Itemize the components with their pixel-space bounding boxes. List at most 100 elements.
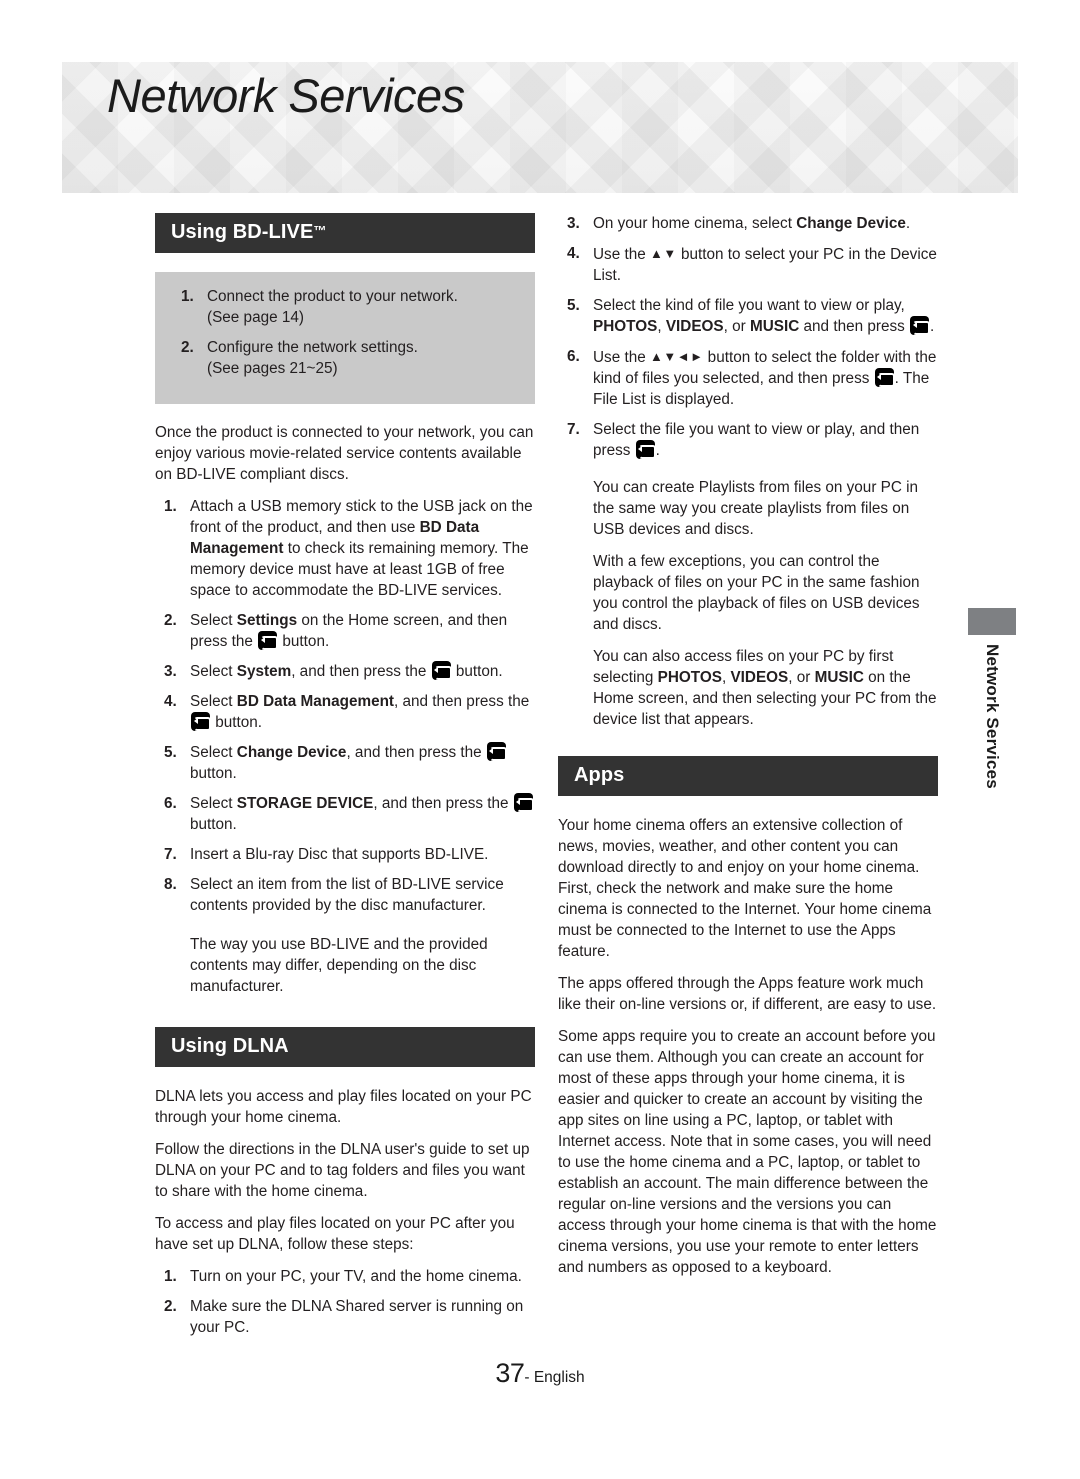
dlna-steps: 1. Turn on your PC, your TV, and the hom… xyxy=(155,1266,535,1338)
step-number: 2. xyxy=(164,612,177,629)
bd-live-steps: 1. Attach a USB memory stick to the USB … xyxy=(155,496,535,916)
apps-paragraph: The apps offered through the Apps featur… xyxy=(558,975,937,1013)
step-number: 2. xyxy=(181,339,194,356)
step-text-post: button. xyxy=(278,633,330,650)
prerequisite-callout-box: 1. Connect the product to your network. … xyxy=(155,272,535,404)
step-text-mid: , and then press the xyxy=(346,744,486,761)
step-text-line1: Connect the product to your network. xyxy=(207,288,458,305)
step-text: Select Change Device, and then press the… xyxy=(190,742,535,784)
dlna-paragraph: Follow the directions in the DLNA user's… xyxy=(155,1141,530,1200)
separator: , or xyxy=(723,318,750,335)
enter-button-icon xyxy=(874,368,895,387)
apps-paragraph: Some apps require you to create an accou… xyxy=(558,1028,937,1276)
step-text-mid: and then press xyxy=(799,318,909,335)
enter-button-icon xyxy=(910,316,930,335)
step-text: Turn on your PC, your TV, and the home c… xyxy=(190,1268,522,1285)
enter-button-icon xyxy=(635,440,656,459)
step-emphasis-music: MUSIC xyxy=(750,318,800,335)
step-emphasis: BD Data Management xyxy=(236,693,395,710)
list-item: 5. Select the kind of file you want to v… xyxy=(558,295,938,337)
list-item: 8. Select an item from the list of BD-LI… xyxy=(155,874,535,916)
section-heading-dlna: Using DLNA xyxy=(155,1027,535,1067)
step-number: 5. xyxy=(567,297,580,314)
note-emphasis-music: MUSIC xyxy=(814,669,864,686)
list-item: 3. Select System, and then press the but… xyxy=(155,661,535,682)
list-item: 2. Make sure the DLNA Shared server is r… xyxy=(155,1296,535,1338)
page-title: Network Services xyxy=(107,69,465,122)
step-text-pre: Attach a USB memory stick to the USB jac… xyxy=(190,498,533,536)
step-number: 1. xyxy=(164,498,177,515)
list-item: 6. Select STORAGE DEVICE, and then press… xyxy=(155,793,535,835)
step-text: Attach a USB memory stick to the USB jac… xyxy=(190,496,535,601)
step-text-line2: (See page 14) xyxy=(207,309,304,326)
step-text-pre: Select xyxy=(190,795,237,812)
list-item: 1. Connect the product to your network. … xyxy=(169,286,521,328)
step-text: Select STORAGE DEVICE, and then press th… xyxy=(190,793,535,835)
list-item: 7. Select the file you want to view or p… xyxy=(558,419,938,461)
prerequisite-steps: 1. Connect the product to your network. … xyxy=(169,286,521,379)
list-item: 2. Select Settings on the Home screen, a… xyxy=(155,610,535,652)
dlna-note-rich: You can also access files on your PC by … xyxy=(593,646,938,730)
step-text: Configure the network settings. (See pag… xyxy=(207,337,521,379)
step-text: Select Settings on the Home screen, and … xyxy=(190,610,535,652)
step-number: 4. xyxy=(567,245,580,262)
list-item: 3. On your home cinema, select Change De… xyxy=(558,213,938,234)
side-tab: Network Services xyxy=(968,608,1016,789)
note-emphasis-photos: PHOTOS xyxy=(657,669,722,686)
step-number: 6. xyxy=(567,348,580,365)
step-text: On your home cinema, select Change Devic… xyxy=(593,213,938,234)
step-emphasis: System xyxy=(236,663,292,680)
list-item: 1. Attach a USB memory stick to the USB … xyxy=(155,496,535,601)
step-text-post: button. xyxy=(211,714,263,731)
step-text-line2: (See pages 21~25) xyxy=(207,360,338,377)
step-text-pre: Select xyxy=(190,612,237,629)
list-item: 5. Select Change Device, and then press … xyxy=(155,742,535,784)
side-tab-label: Network Services xyxy=(983,644,1002,789)
step-emphasis-videos: VIDEOS xyxy=(665,318,724,335)
trademark-symbol: ™ xyxy=(313,223,327,238)
step-text: Select the kind of file you want to view… xyxy=(593,295,938,337)
list-item: 7. Insert a Blu-ray Disc that supports B… xyxy=(155,844,535,865)
step-number: 7. xyxy=(164,846,177,863)
list-item: 4. Use the ▲▼ button to select your PC i… xyxy=(558,243,938,286)
step-text: Use the ▲▼ button to select your PC in t… xyxy=(593,243,938,286)
apps-paragraph: Your home cinema offers an extensive col… xyxy=(558,817,932,960)
step-emphasis: Change Device xyxy=(796,215,906,232)
step-number: 7. xyxy=(567,421,580,438)
step-number: 4. xyxy=(164,693,177,710)
page-number: 37 xyxy=(495,1358,525,1388)
left-column: Using BD-LIVE™ 1. Connect the product to… xyxy=(155,213,535,1349)
separator: , xyxy=(657,318,666,335)
step-number: 5. xyxy=(164,744,177,761)
list-item: 6. Use the ▲▼◄► button to select the fol… xyxy=(558,346,938,410)
step-emphasis-photos: PHOTOS xyxy=(593,318,658,335)
step-emphasis: STORAGE DEVICE xyxy=(236,795,374,812)
section-heading-bd-live-label: Using BD-LIVE xyxy=(171,221,314,243)
note-emphasis-videos: VIDEOS xyxy=(730,669,789,686)
step-number: 2. xyxy=(164,1298,177,1315)
step-text-pre: Use the xyxy=(593,349,650,366)
section-heading-apps: Apps xyxy=(558,756,938,796)
dlna-paragraph: DLNA lets you access and play files loca… xyxy=(155,1088,532,1126)
step-text-post: button. xyxy=(451,663,503,680)
list-item: 2. Configure the network settings. (See … xyxy=(169,337,521,379)
step-number: 1. xyxy=(164,1268,177,1285)
bd-live-closing-note: The way you use BD-LIVE and the provided… xyxy=(190,936,488,995)
step-text: Use the ▲▼◄► button to select the folder… xyxy=(593,346,938,410)
list-item: 4. Select BD Data Management, and then p… xyxy=(155,691,535,733)
step-text: Select System, and then press the button… xyxy=(190,661,535,682)
step-text: Make sure the DLNA Shared server is runn… xyxy=(190,1298,524,1336)
dlna-note: With a few exceptions, you can control t… xyxy=(593,553,920,633)
bd-live-intro-paragraph: Once the product is connected to your ne… xyxy=(155,424,534,483)
step-number: 1. xyxy=(181,288,194,305)
step-emphasis: Settings xyxy=(236,612,298,629)
dlna-paragraph: To access and play files located on your… xyxy=(155,1215,515,1253)
step-text-pre: Select the kind of file you want to view… xyxy=(593,297,905,314)
side-tab-swatch xyxy=(968,608,1016,635)
page-language: - English xyxy=(524,1369,585,1386)
direction-pad-arrow-icon: ▲▼◄► xyxy=(649,349,704,364)
step-text: Connect the product to your network. (Se… xyxy=(207,286,521,328)
step-text: Select BD Data Management, and then pres… xyxy=(190,691,535,733)
separator: , or xyxy=(788,669,815,686)
step-text: Insert a Blu-ray Disc that supports BD-L… xyxy=(190,846,489,863)
